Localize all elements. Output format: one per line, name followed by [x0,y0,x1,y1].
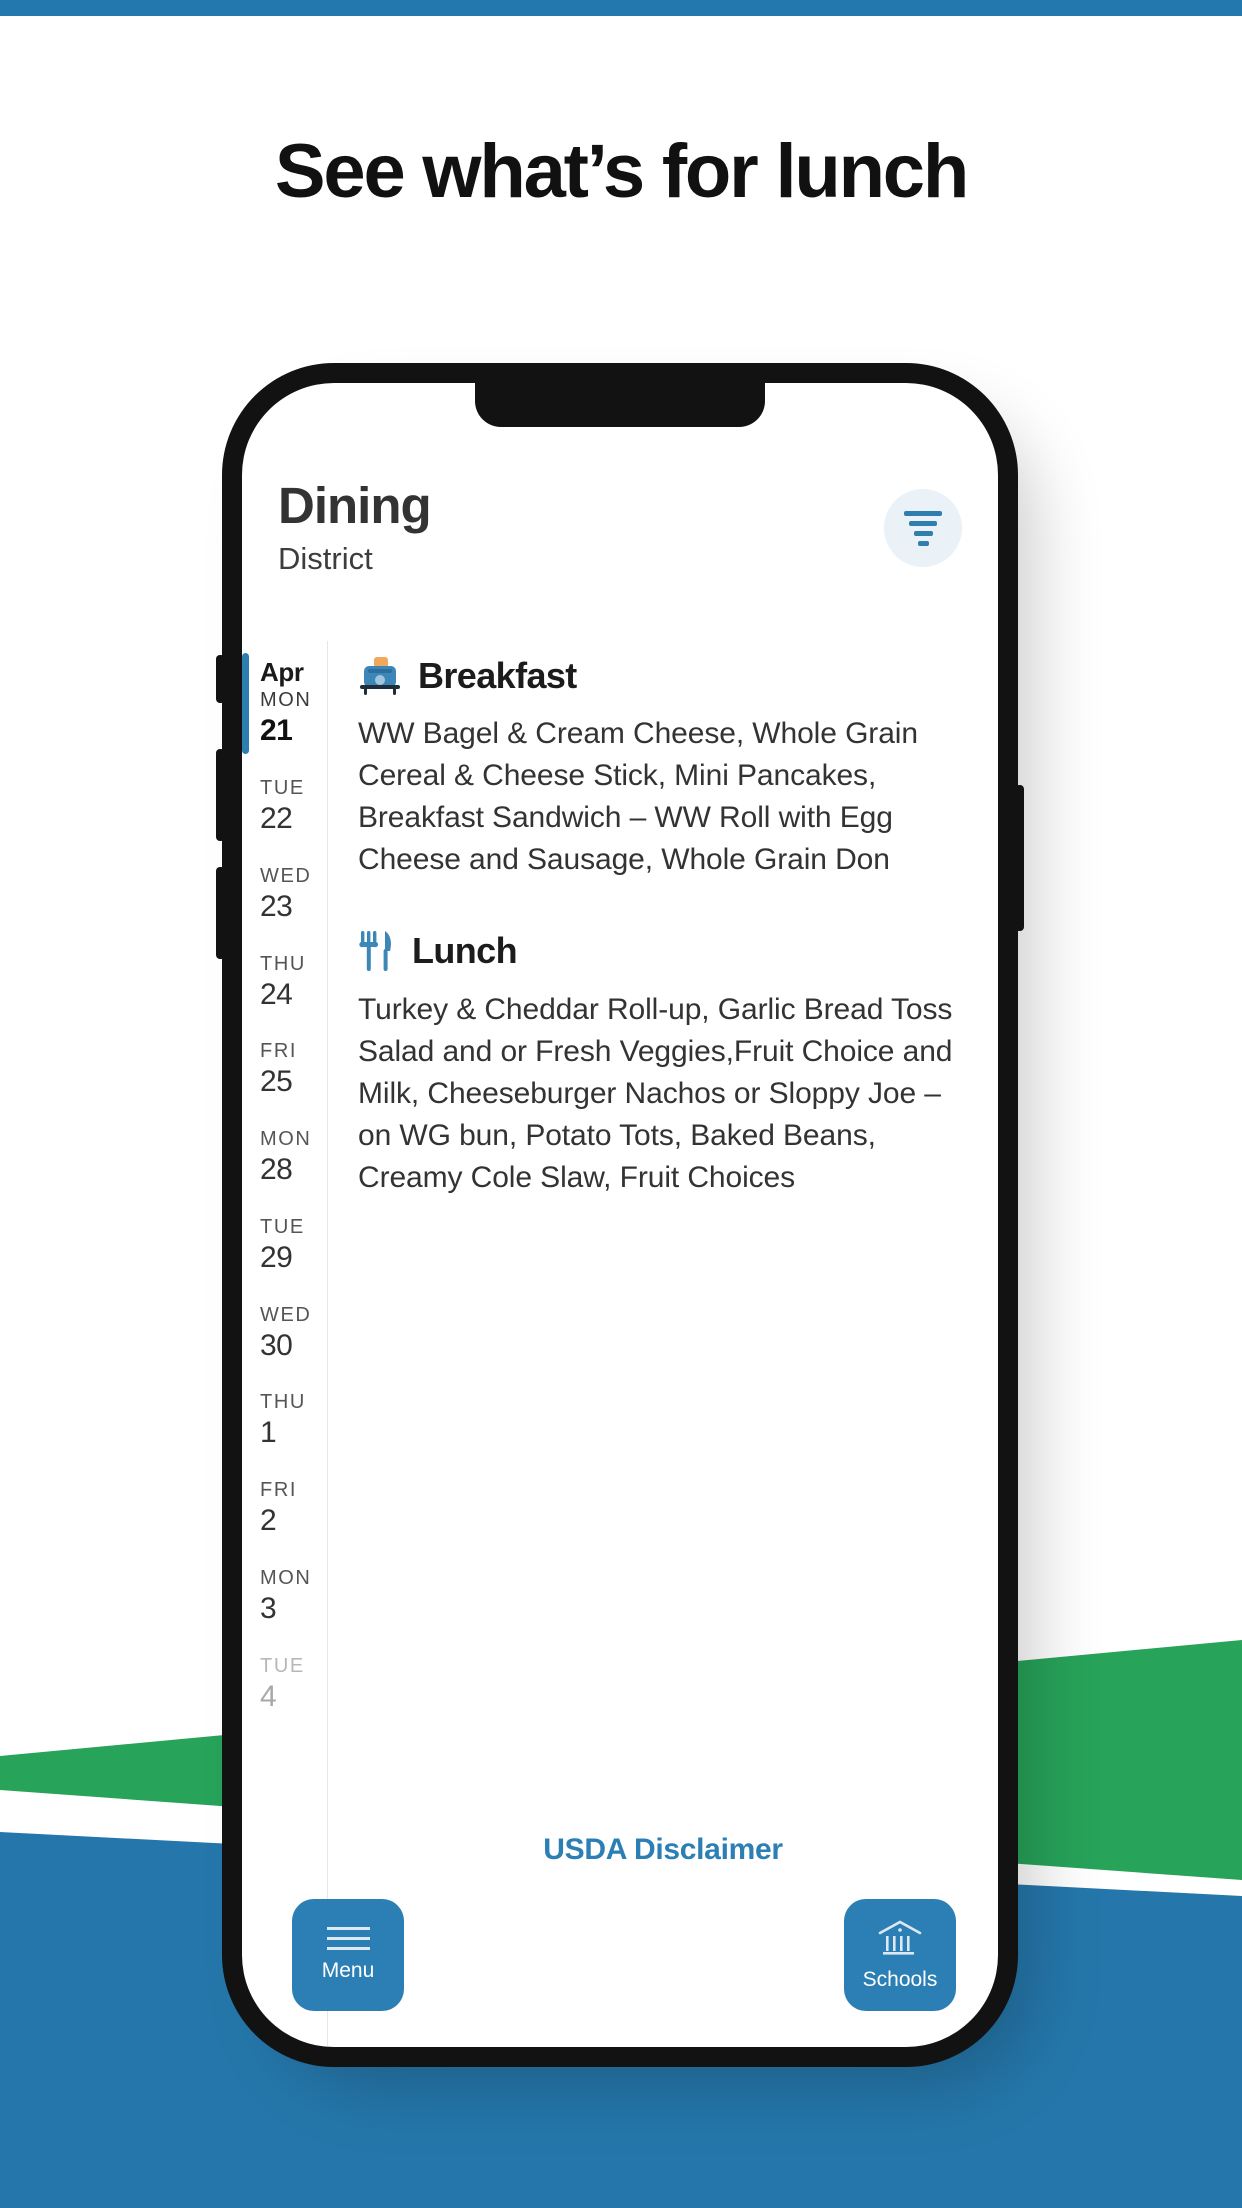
volume-up-button[interactable] [216,749,225,841]
date-day: 4 [260,1679,277,1713]
schools-button-label: Schools [862,1967,938,1991]
menu-content: Apr MON 21 TUE 22 WED 23 THU 24 FRI 25 MON 28 TUE 29 WE… [242,641,998,2047]
date-item[interactable]: THU 24 [242,938,327,1026]
date-weekday: THU [260,1391,306,1414]
date-month: Apr [260,657,304,687]
top-accent-bar [0,0,1242,16]
date-weekday: THU [260,952,306,975]
volume-down-button[interactable] [216,867,225,959]
toaster-icon [360,657,400,695]
page-title: See what’s for lunch [274,129,969,214]
app-subtitle: District [278,541,373,577]
date-item[interactable]: WED 23 [242,850,327,938]
lunch-section: Lunch Turkey & Cheddar Roll-up, Garlic B… [358,929,972,1199]
date-weekday: MON [260,1567,312,1590]
lunch-label: Lunch [412,930,518,971]
breakfast-section: Breakfast WW Bagel & Cream Cheese, Whole… [358,655,972,881]
date-weekday: TUE [260,1654,305,1677]
date-item[interactable]: TUE 29 [242,1201,327,1289]
date-item[interactable]: TUE 4 [242,1640,327,1728]
date-day: 29 [260,1240,293,1274]
date-item[interactable]: MON 3 [242,1552,327,1640]
date-day: 25 [260,1065,293,1099]
power-button[interactable] [1015,785,1024,931]
date-weekday: MON [260,1128,312,1151]
date-day: 30 [260,1328,293,1362]
date-day: 21 [260,714,293,748]
date-weekday: TUE [260,776,305,799]
date-item[interactable]: WED 30 [242,1289,327,1377]
date-day: 2 [260,1504,277,1538]
hamburger-icon [326,1927,370,1950]
date-item[interactable]: MON 28 [242,1113,327,1201]
date-day: 3 [260,1592,277,1626]
app-title: Dining [278,477,432,534]
menu-button-label: Menu [321,1959,375,1982]
phone-mockup: Dining District Apr MON 21 TUE 22 WED 23 THU 24 F… [214,355,1026,2075]
phone-screen: Dining District Apr MON 21 TUE 22 WED 23 THU 24 F… [242,383,998,2047]
school-building-icon [878,1920,922,1955]
date-day: 22 [260,801,293,835]
fork-knife-icon [359,931,391,971]
date-selected-accent [242,653,249,754]
filter-button[interactable] [884,489,962,567]
date-item[interactable]: Apr MON 21 [242,645,327,762]
date-item[interactable]: THU 1 [242,1376,327,1464]
phone-notch [475,383,765,427]
breakfast-label: Breakfast [418,655,577,696]
date-weekday: FRI [260,1479,298,1502]
app-title-group: Dining District [278,477,432,577]
silent-switch[interactable] [216,655,225,703]
date-item[interactable]: FRI 2 [242,1464,327,1552]
schools-button[interactable]: Schools [844,1899,956,2011]
date-day: 23 [260,889,293,923]
usda-disclaimer-link[interactable]: USDA Disclaimer [328,1833,998,1867]
app-header: Dining District [242,479,998,633]
lunch-items: Turkey & Cheddar Roll-up, Garlic Bread T… [358,993,953,1194]
date-weekday: WED [260,864,312,887]
breakfast-header: Breakfast [358,655,972,697]
date-rail[interactable]: Apr MON 21 TUE 22 WED 23 THU 24 FRI 25 MON 28 TUE 29 WE… [242,641,328,2047]
date-weekday: WED [260,1303,312,1326]
date-item[interactable]: TUE 22 [242,762,327,850]
lunch-header: Lunch [358,929,972,973]
menu-button[interactable]: Menu [292,1899,404,2011]
breakfast-items: WW Bagel & Cream Cheese, Whole Grain Cer… [358,717,918,876]
date-item[interactable]: FRI 25 [242,1025,327,1113]
date-day: 1 [260,1416,277,1450]
date-day: 24 [260,977,293,1011]
date-weekday: TUE [260,1215,305,1238]
date-day: 28 [260,1153,293,1187]
date-weekday: MON [260,689,312,712]
date-weekday: FRI [260,1040,298,1063]
filter-icon [904,510,942,546]
